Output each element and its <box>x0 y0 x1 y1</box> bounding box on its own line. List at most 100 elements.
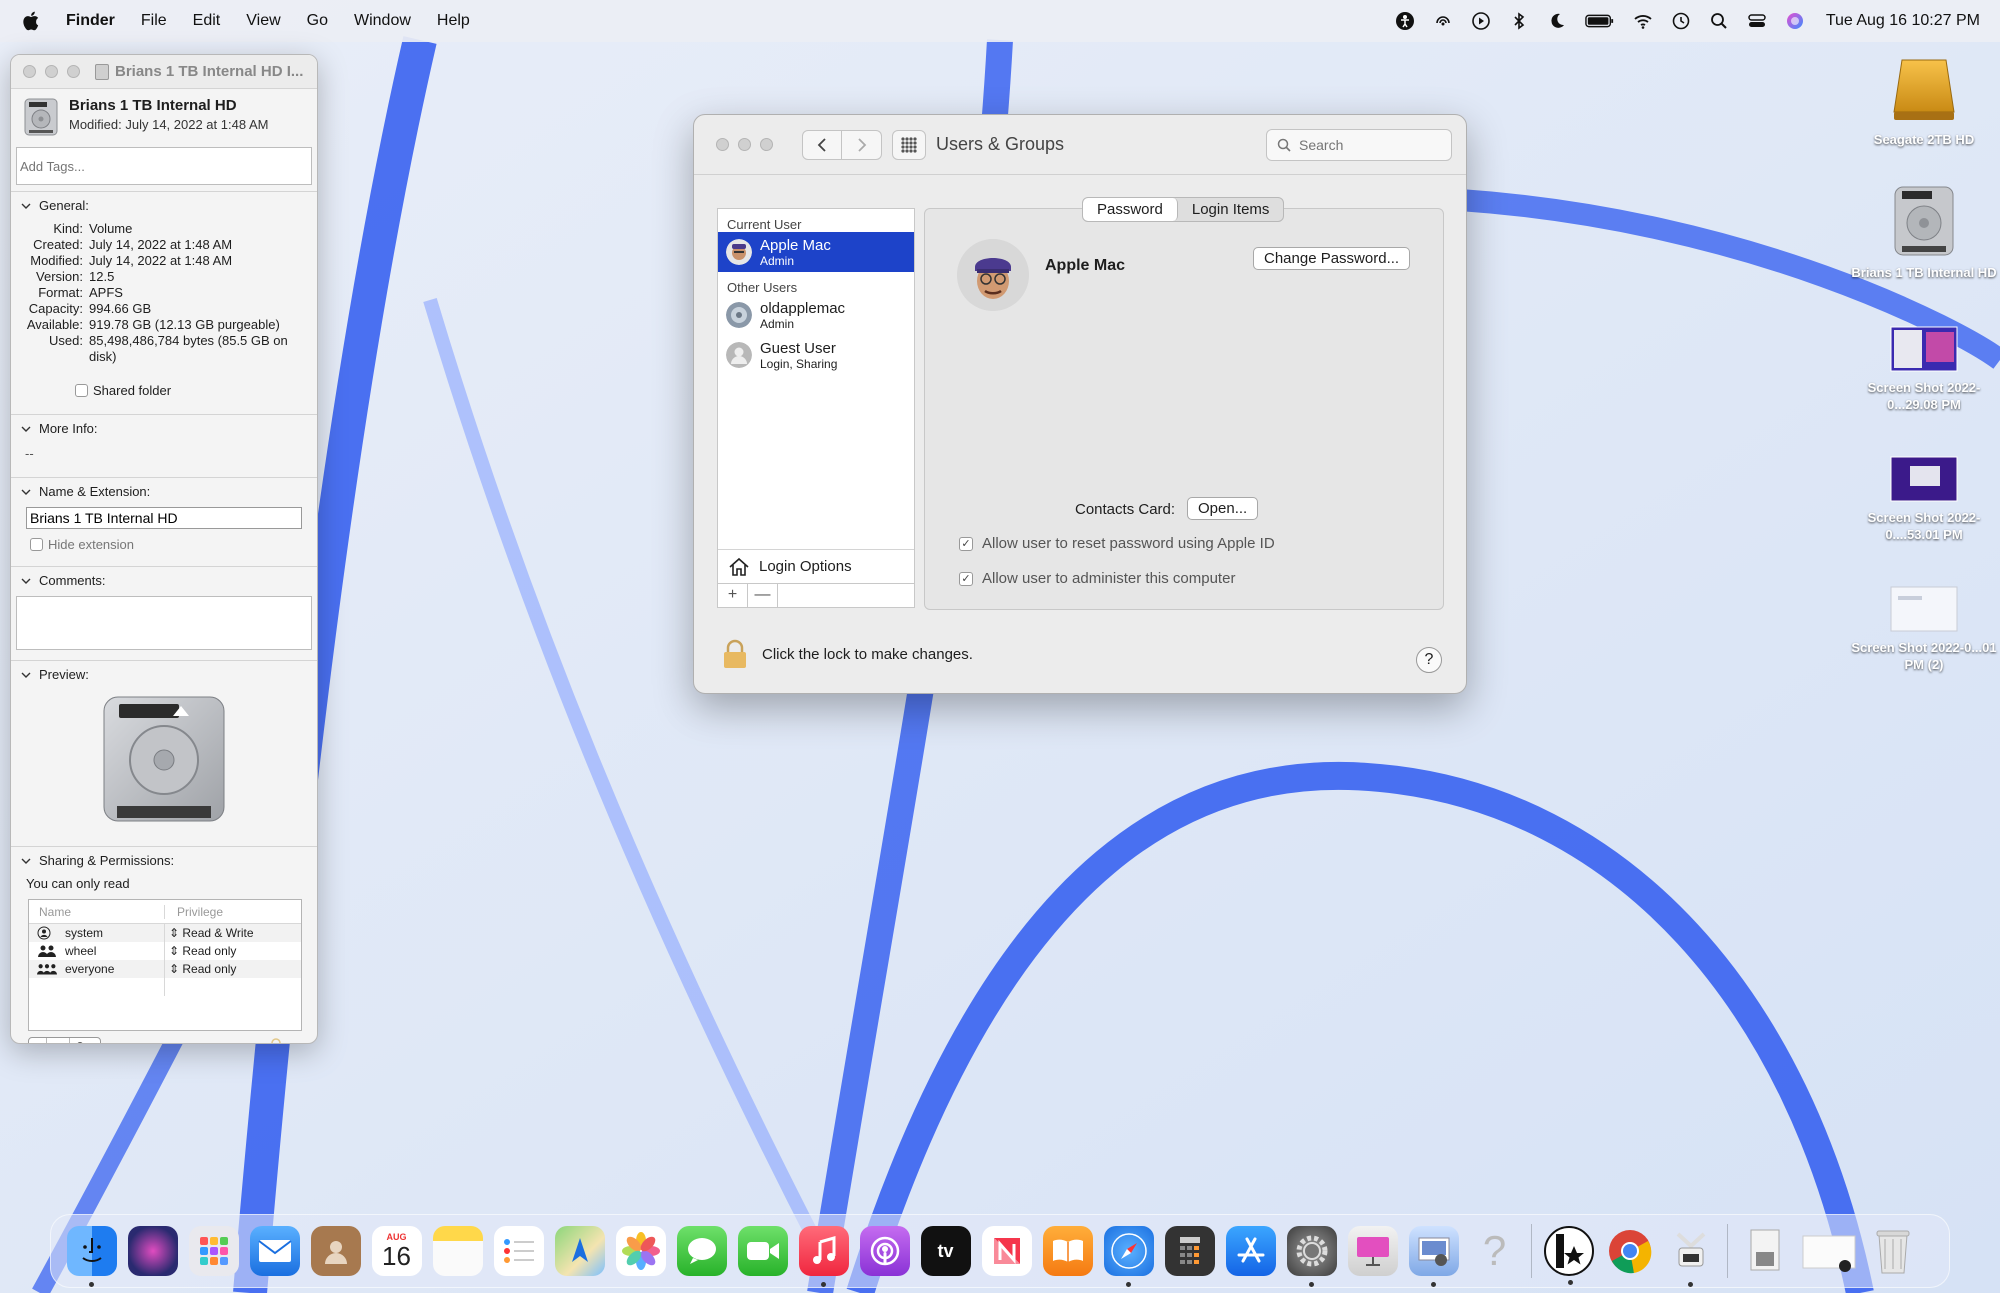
safari-app-icon[interactable] <box>1103 1226 1154 1287</box>
reminders-app-icon[interactable] <box>493 1226 544 1276</box>
chrome-app-icon[interactable] <box>1605 1226 1655 1276</box>
preview-app-icon[interactable] <box>1408 1226 1459 1287</box>
hide-extension-checkbox[interactable] <box>30 538 43 551</box>
calendar-app-icon[interactable]: AUG 16 <box>371 1226 422 1276</box>
trash-icon[interactable] <box>1868 1226 1918 1276</box>
apple-menu-icon[interactable] <box>22 10 42 32</box>
show-all-button[interactable] <box>892 129 926 160</box>
table-row[interactable]: wheel ⇕ Read only <box>29 942 301 960</box>
remove-permission-button[interactable]: — <box>47 1038 71 1043</box>
menu-view[interactable]: View <box>246 12 280 30</box>
menu-window[interactable]: Window <box>354 12 411 30</box>
instruments-app-icon[interactable] <box>1543 1226 1594 1285</box>
lock-icon[interactable] <box>269 1038 283 1044</box>
desktop-icon-screenshot-1[interactable]: Screen Shot 2022-0...29.08 PM <box>1849 326 1999 413</box>
add-permission-button[interactable]: + <box>29 1038 48 1043</box>
close-button[interactable] <box>716 138 729 151</box>
battery-icon[interactable] <box>1584 10 1616 32</box>
zoom-button[interactable] <box>67 65 80 78</box>
menu-file[interactable]: File <box>141 12 167 30</box>
siri-icon[interactable] <box>1784 10 1806 32</box>
photos-app-icon[interactable] <box>615 1226 666 1276</box>
document-stack-icon[interactable] <box>1740 1226 1790 1276</box>
comments-header[interactable]: Comments: <box>11 573 317 588</box>
app-store-app-icon[interactable] <box>1225 1226 1276 1276</box>
perm-privilege[interactable]: Read only <box>182 962 236 976</box>
launchpad-app-icon[interactable] <box>188 1226 239 1276</box>
user-row-guest[interactable]: Guest User Login, Sharing <box>718 335 914 375</box>
notes-app-icon[interactable] <box>432 1226 483 1276</box>
airdrop-icon[interactable] <box>1432 10 1454 32</box>
search-box[interactable] <box>1266 129 1452 161</box>
minimize-button[interactable] <box>45 65 58 78</box>
menu-go[interactable]: Go <box>307 12 328 30</box>
messages-app-icon[interactable] <box>676 1226 727 1276</box>
menu-help[interactable]: Help <box>437 12 470 30</box>
back-button[interactable] <box>802 129 842 160</box>
system-preferences-app-icon[interactable] <box>1286 1226 1337 1287</box>
lock-icon[interactable] <box>722 639 748 669</box>
folder-stack-icon[interactable] <box>1801 1226 1857 1276</box>
calculator-app-icon[interactable] <box>1164 1226 1215 1276</box>
action-menu-button[interactable]: ⊙⌄ <box>70 1038 100 1043</box>
help-button[interactable]: ? <box>1416 647 1442 673</box>
facetime-app-icon[interactable] <box>737 1226 788 1276</box>
news-app-icon[interactable] <box>981 1226 1032 1276</box>
focus-moon-icon[interactable] <box>1546 10 1568 32</box>
siri-app-icon[interactable] <box>127 1226 178 1276</box>
maps-app-icon[interactable] <box>554 1226 605 1276</box>
change-password-button[interactable]: Change Password... <box>1253 247 1411 270</box>
general-header[interactable]: General: <box>11 198 317 213</box>
menu-app-name[interactable]: Finder <box>66 12 115 30</box>
login-options-item[interactable]: Login Options <box>718 549 914 583</box>
finder-app-icon[interactable] <box>66 1226 117 1287</box>
tab-password[interactable]: Password <box>1083 198 1178 221</box>
add-user-button[interactable]: + <box>718 584 748 607</box>
allow-admin-checkbox[interactable]: ✓ <box>959 571 973 586</box>
desktop-icon-internal-hd[interactable]: Brians 1 TB Internal HD <box>1849 185 1999 281</box>
column-privilege[interactable]: Privilege <box>165 905 223 919</box>
accessibility-icon[interactable] <box>1394 10 1416 32</box>
tab-login-items[interactable]: Login Items <box>1178 198 1284 221</box>
wifi-icon[interactable] <box>1632 10 1654 32</box>
user-row-oldapplemac[interactable]: oldapplemac Admin <box>718 295 914 335</box>
more-info-header[interactable]: More Info: <box>11 421 317 436</box>
open-contacts-button[interactable]: Open... <box>1187 497 1259 520</box>
minimize-button[interactable] <box>738 138 751 151</box>
column-name[interactable]: Name <box>29 904 165 919</box>
podcasts-app-icon[interactable] <box>859 1226 910 1276</box>
unknown-app-icon[interactable]: ? <box>1470 1226 1520 1276</box>
name-field[interactable] <box>26 507 302 529</box>
perm-privilege[interactable]: Read only <box>182 944 236 958</box>
tv-app-icon[interactable]: tv <box>920 1226 971 1276</box>
keynote-app-icon[interactable] <box>1347 1226 1398 1276</box>
desktop-icon-screenshot-2[interactable]: Screen Shot 2022-0....53.01 PM <box>1849 456 1999 543</box>
perm-privilege[interactable]: Read & Write <box>182 926 253 940</box>
preview-header[interactable]: Preview: <box>11 667 317 682</box>
spotlight-search-icon[interactable] <box>1708 10 1730 32</box>
now-playing-icon[interactable] <box>1470 10 1492 32</box>
user-row-apple-mac[interactable]: Apple Mac Admin <box>718 232 914 272</box>
table-row[interactable]: system ⇕ Read & Write <box>29 924 301 942</box>
forward-button[interactable] <box>842 129 882 160</box>
time-machine-icon[interactable] <box>1670 10 1692 32</box>
music-app-icon[interactable] <box>798 1226 849 1287</box>
name-extension-header[interactable]: Name & Extension: <box>11 484 317 499</box>
desktop-icon-seagate[interactable]: Seagate 2TB HD <box>1849 58 1999 148</box>
allow-reset-checkbox[interactable]: ✓ <box>959 536 973 551</box>
shared-folder-checkbox[interactable] <box>75 384 88 397</box>
search-input[interactable] <box>1299 137 1439 153</box>
control-center-icon[interactable] <box>1746 10 1768 32</box>
remove-user-button[interactable]: — <box>748 584 778 607</box>
desktop-icon-screenshot-3[interactable]: Screen Shot 2022-0...01 PM (2) <box>1849 586 1999 673</box>
mail-app-icon[interactable] <box>249 1226 300 1276</box>
close-button[interactable] <box>23 65 36 78</box>
sharing-header[interactable]: Sharing & Permissions: <box>11 853 317 868</box>
bluetooth-icon[interactable] <box>1508 10 1530 32</box>
menu-edit[interactable]: Edit <box>193 12 221 30</box>
memoji-avatar[interactable] <box>957 239 1029 311</box>
utility-app-icon[interactable] <box>1666 1226 1716 1287</box>
menubar-clock[interactable]: Tue Aug 16 10:27 PM <box>1826 12 1980 30</box>
comments-field[interactable] <box>16 596 312 650</box>
contacts-app-icon[interactable] <box>310 1226 361 1276</box>
